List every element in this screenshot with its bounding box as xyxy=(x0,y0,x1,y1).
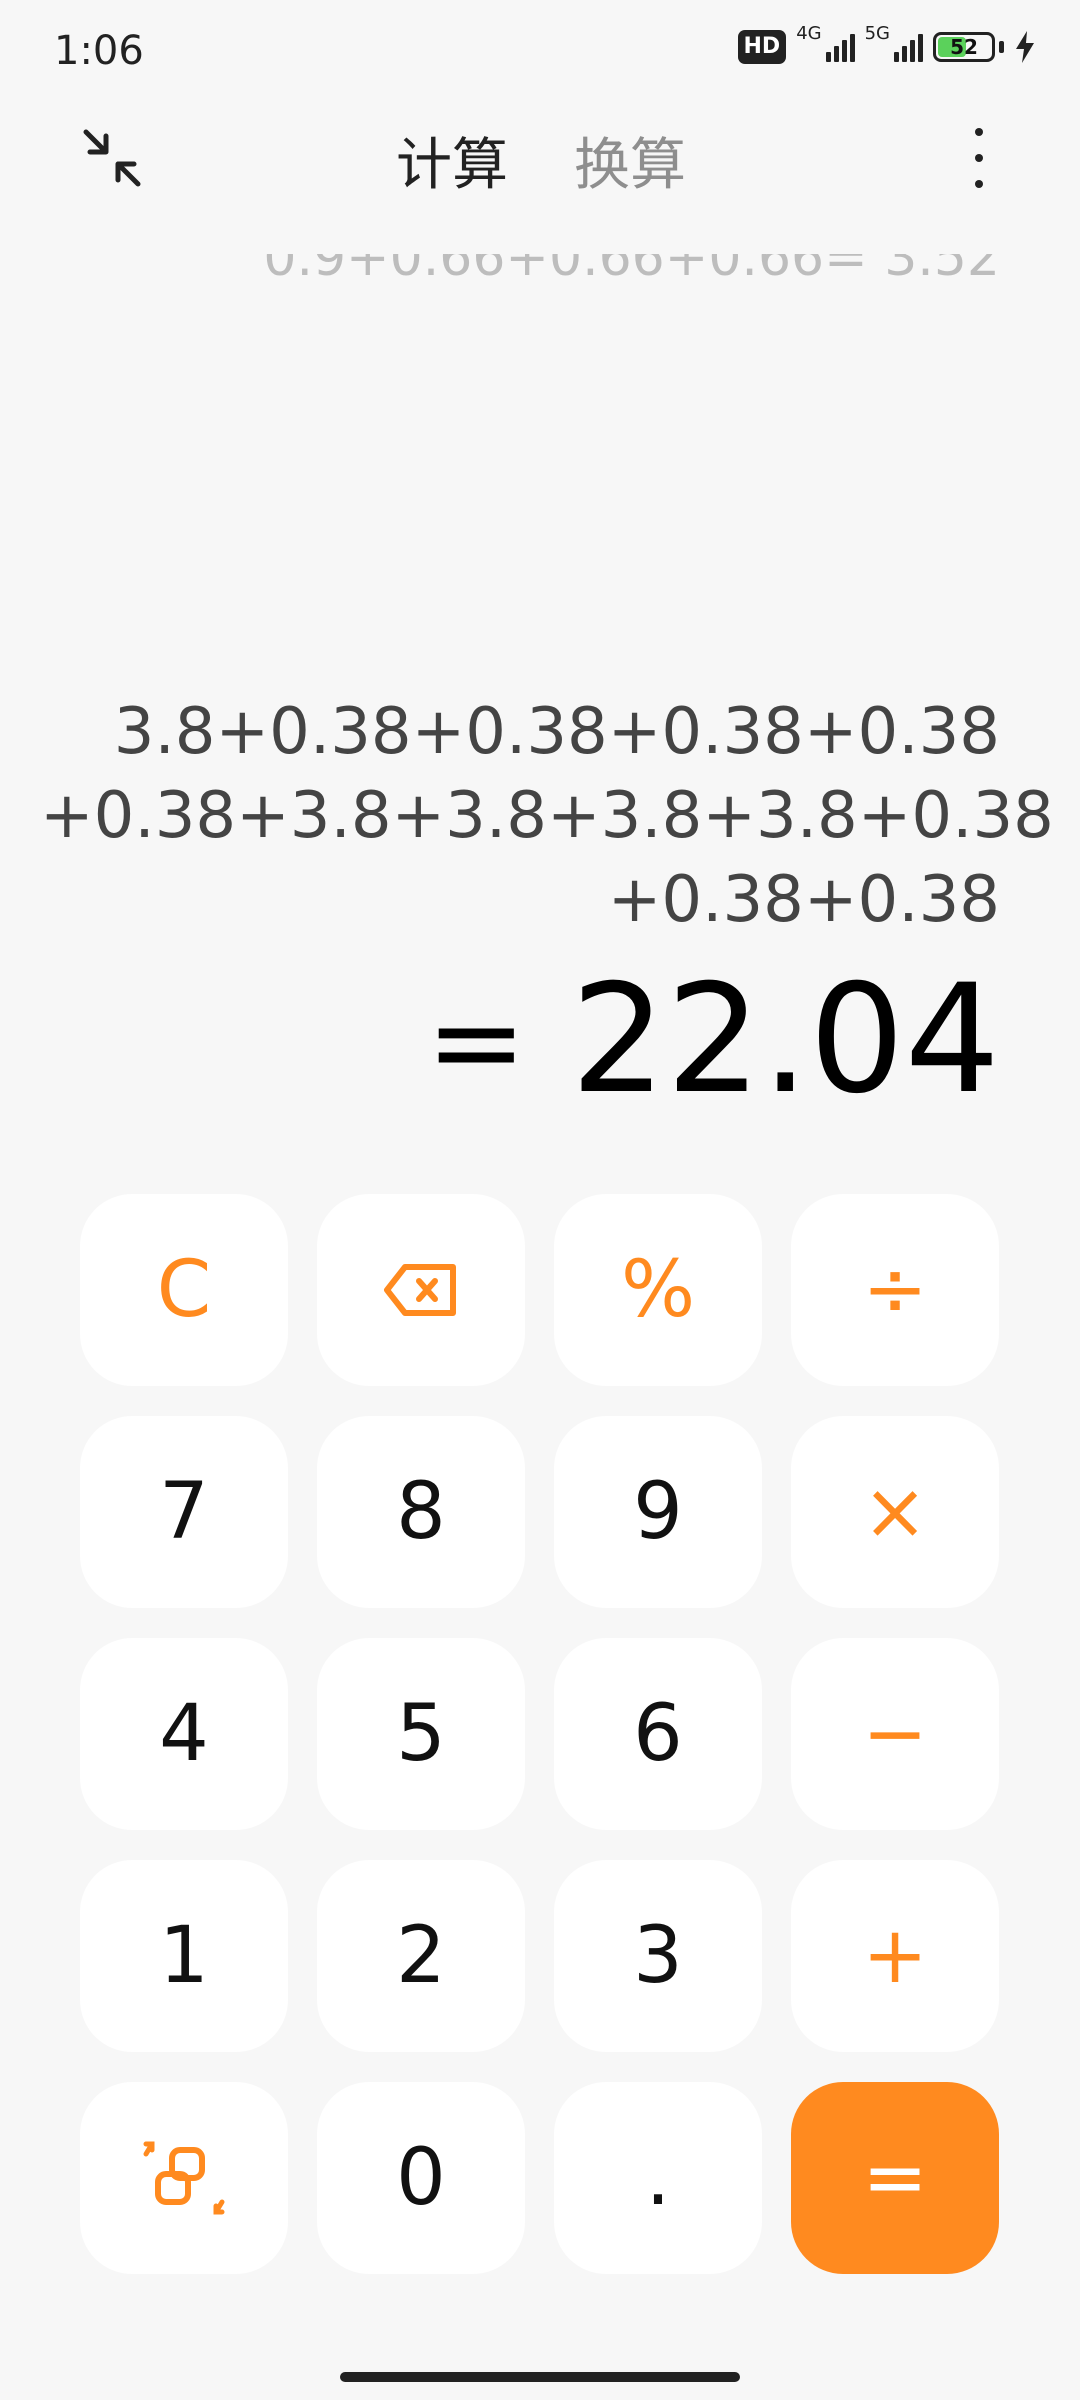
battery-icon: 52 xyxy=(933,32,995,62)
status-time: 1:06 xyxy=(54,28,144,74)
digit-4-button[interactable]: 4 xyxy=(80,1638,288,1830)
signal-bars-icon xyxy=(894,32,923,62)
battery-tip xyxy=(999,41,1004,53)
charging-icon xyxy=(1016,31,1034,63)
backspace-button[interactable] xyxy=(317,1194,525,1386)
minimize-icon[interactable] xyxy=(82,128,142,188)
subtract-button[interactable]: − xyxy=(791,1638,999,1830)
hd-voice-icon: HD xyxy=(737,30,787,64)
swap-icon xyxy=(143,2141,225,2215)
status-icons: HD 4G 5G 52 xyxy=(737,23,1037,64)
switch-mode-button[interactable] xyxy=(80,2082,288,2274)
result-display: = 22.04 xyxy=(426,960,1000,1131)
signal-bars-icon xyxy=(825,32,855,62)
digit-8-button[interactable]: 8 xyxy=(317,1416,525,1608)
digit-7-button[interactable]: 7 xyxy=(80,1416,288,1608)
tab-calculate[interactable]: 计算 xyxy=(396,120,508,201)
clear-button[interactable]: C xyxy=(80,1194,288,1386)
add-button[interactable]: + xyxy=(791,1860,999,2052)
digit-0-button[interactable]: 0 xyxy=(317,2082,525,2274)
result-value: 22.04 xyxy=(570,953,1000,1127)
digit-9-button[interactable]: 9 xyxy=(554,1416,762,1608)
divide-button[interactable]: ÷ xyxy=(791,1194,999,1386)
expression-display[interactable]: 3.8+0.38+0.38+0.38+0.38 +0.38+3.8+3.8+3.… xyxy=(40,690,1054,942)
signal-5g: 5G xyxy=(865,23,923,62)
digit-1-button[interactable]: 1 xyxy=(80,1860,288,2052)
digit-2-button[interactable]: 2 xyxy=(317,1860,525,2052)
tab-convert[interactable]: 换算 xyxy=(574,120,686,201)
equals-button[interactable]: = xyxy=(791,2082,999,2274)
digit-3-button[interactable]: 3 xyxy=(554,1860,762,2052)
history-entry[interactable]: 0.9+0.66+0.66+0.66= 3.52 xyxy=(263,254,1000,298)
multiply-button[interactable]: × xyxy=(791,1416,999,1608)
expression-line: +0.38+3.8+3.8+3.8+3.8+0.38 xyxy=(40,779,1054,853)
percent-button[interactable]: % xyxy=(554,1194,762,1386)
backspace-icon xyxy=(384,1264,456,1316)
expression-line: +0.38+0.38 xyxy=(607,863,1000,937)
decimal-button[interactable]: . xyxy=(554,2082,762,2274)
gesture-bar[interactable] xyxy=(340,2372,740,2382)
expression-line: 3.8+0.38+0.38+0.38+0.38 xyxy=(113,695,1000,769)
signal-4g: 4G xyxy=(796,23,855,62)
digit-5-button[interactable]: 5 xyxy=(317,1638,525,1830)
equals-sign: = xyxy=(426,973,527,1112)
calculator-screen: 1:06 HD 4G 5G 52 计算 换算 0.9+0.66+0.66+0.6… xyxy=(0,0,1080,2400)
digit-6-button[interactable]: 6 xyxy=(554,1638,762,1830)
more-menu-icon[interactable] xyxy=(964,128,994,188)
